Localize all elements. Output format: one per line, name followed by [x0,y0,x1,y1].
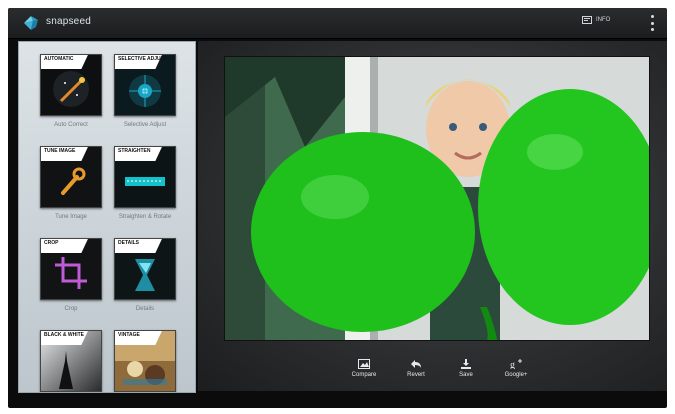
tool-panel: AUTOMATIC Auto Correct SELECTIVE ADJUST … [18,41,196,393]
tool-label: Auto Correct [54,122,88,128]
info-button[interactable]: INFO [582,16,610,24]
save-icon [461,359,471,369]
tool-label: Straighten & Rotate [118,214,172,220]
tool-tag: AUTOMATIC [41,55,101,69]
tool-tag: DETAILS [115,239,175,253]
overflow-menu-icon[interactable] [649,15,655,31]
share-label: Google+ [504,372,528,378]
black-white-tile[interactable]: BLACK & WHITE [40,330,102,392]
svg-text:g: g [510,360,515,369]
compare-button[interactable]: Compare [339,359,389,378]
save-button[interactable]: Save [441,359,491,378]
tool-selective-adjust[interactable]: SELECTIVE ADJUST Selective Adjust [111,54,179,128]
tool-details[interactable]: DETAILS Details [111,238,179,312]
selective-adjust-tile[interactable]: SELECTIVE ADJUST [114,54,176,116]
editor-canvas: Compare Revert Save g Google+ [198,41,667,391]
app-title: snapseed [46,16,91,27]
app-window: snapseed INFO AUTOMATIC Auto Correct SEL… [8,8,667,408]
tool-tag: TUNE IMAGE [41,147,101,161]
revert-label: Revert [407,372,425,378]
tool-label: Tune Image [55,214,87,220]
revert-button[interactable]: Revert [391,359,441,378]
tool-black-white[interactable]: BLACK & WHITE [37,330,105,392]
tool-tag: BLACK & WHITE [41,331,101,345]
save-label: Save [459,372,473,378]
info-label: INFO [596,17,611,23]
photo-preview[interactable] [224,56,650,341]
info-icon [582,16,592,24]
tune-image-tile[interactable]: TUNE IMAGE [40,146,102,208]
action-row: Compare Revert Save g Google+ [198,359,667,389]
details-tile[interactable]: DETAILS [114,238,176,300]
photo-image [225,57,649,340]
snapseed-leaf-icon[interactable] [22,14,40,32]
compare-label: Compare [351,372,377,378]
tool-auto-correct[interactable]: AUTOMATIC Auto Correct [37,54,105,128]
tool-label: Crop [64,306,78,312]
tool-label: Details [135,306,155,312]
crop-tile[interactable]: CROP [40,238,102,300]
action-bar: snapseed INFO [8,8,667,39]
tool-tag: SELECTIVE ADJUST [115,55,175,69]
tool-tag: STRAIGHTEN [115,147,175,161]
tool-straighten-rotate[interactable]: STRAIGHTEN Straighten & Rotate [111,146,179,220]
revert-icon [411,360,421,368]
tool-label: Selective Adjust [123,122,167,128]
auto-correct-tile[interactable]: AUTOMATIC [40,54,102,116]
compare-icon [358,359,370,369]
tool-tag: VINTAGE [115,331,175,345]
tool-tune-image[interactable]: TUNE IMAGE Tune Image [37,146,105,220]
tool-tag: CROP [41,239,101,253]
tool-crop[interactable]: CROP Crop [37,238,105,312]
share-button[interactable]: g Google+ [491,359,541,378]
vintage-tile[interactable]: VINTAGE [114,330,176,392]
google-plus-icon: g [510,359,522,369]
straighten-rotate-tile[interactable]: STRAIGHTEN [114,146,176,208]
tool-vintage[interactable]: VINTAGE [111,330,179,392]
